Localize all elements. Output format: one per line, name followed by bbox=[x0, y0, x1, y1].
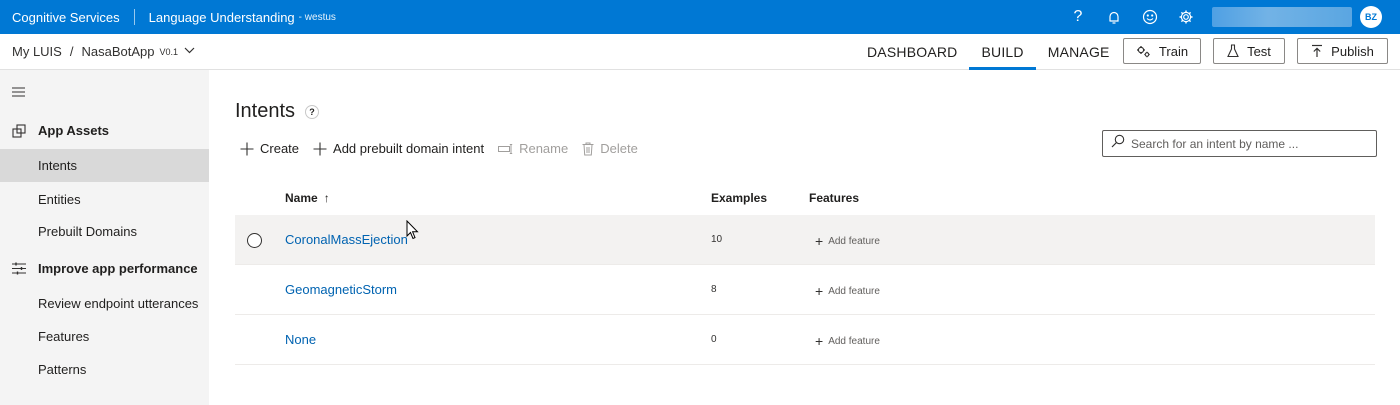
plus-icon bbox=[240, 142, 254, 156]
sidebar-group-improve[interactable]: Improve app performance bbox=[12, 261, 198, 276]
test-label: Test bbox=[1247, 43, 1271, 59]
sort-ascending-icon: ↑ bbox=[323, 191, 330, 205]
breadcrumb-my-luis[interactable]: My LUIS bbox=[12, 44, 62, 59]
sidebar-item-patterns[interactable]: Patterns bbox=[0, 353, 209, 386]
train-label: Train bbox=[1158, 43, 1189, 59]
flask-icon bbox=[1227, 44, 1239, 58]
tab-dashboard[interactable]: DASHBOARD bbox=[855, 34, 969, 70]
help-icon[interactable]: ? bbox=[305, 104, 320, 119]
feedback-smiley-icon[interactable] bbox=[1132, 0, 1168, 34]
create-button[interactable]: Create bbox=[240, 141, 299, 156]
table-header: Name ↑ Examples Features bbox=[235, 182, 1375, 214]
add-feature-button[interactable]: + Add feature bbox=[815, 283, 880, 299]
add-feature-label: Add feature bbox=[828, 235, 880, 247]
table-row[interactable]: None 0 + Add feature bbox=[235, 315, 1375, 365]
add-feature-button[interactable]: + Add feature bbox=[815, 333, 880, 349]
intent-name-link[interactable]: GeomagneticStorm bbox=[285, 282, 397, 297]
table-row[interactable]: GeomagneticStorm 8 + Add feature bbox=[235, 265, 1375, 315]
trash-icon bbox=[582, 142, 594, 156]
rename-icon bbox=[498, 143, 513, 154]
page-title-row: Intents ? bbox=[235, 100, 320, 123]
publish-label: Publish bbox=[1331, 43, 1374, 59]
top-bar-icons: ? BZ bbox=[1060, 0, 1400, 34]
publish-upload-icon bbox=[1311, 44, 1323, 58]
left-sidebar: App Assets Intents Entities Prebuilt Dom… bbox=[0, 70, 209, 405]
sidebar-item-intents[interactable]: Intents bbox=[0, 149, 209, 182]
create-label: Create bbox=[260, 141, 300, 156]
breadcrumb: My LUIS / NasaBotApp V0.1 bbox=[12, 44, 195, 59]
sliders-icon bbox=[12, 262, 26, 275]
sidebar-item-label: Prebuilt Domains bbox=[38, 224, 137, 239]
tab-build[interactable]: BUILD bbox=[969, 34, 1036, 70]
product-name[interactable]: Language Understanding bbox=[149, 10, 295, 25]
search-icon bbox=[1111, 134, 1125, 153]
sidebar-group-label: App Assets bbox=[38, 123, 110, 138]
page-title: Intents bbox=[235, 100, 296, 122]
breadcrumb-app-name[interactable]: NasaBotApp bbox=[81, 44, 154, 59]
add-feature-label: Add feature bbox=[828, 285, 880, 297]
examples-count: 0 bbox=[711, 334, 717, 345]
account-name-blurred bbox=[1212, 7, 1352, 27]
intent-name-link[interactable]: None bbox=[285, 332, 316, 347]
top-bar: Cognitive Services Language Understandin… bbox=[0, 0, 1400, 34]
brand-divider bbox=[133, 9, 135, 25]
help-icon[interactable]: ? bbox=[1060, 0, 1096, 34]
settings-gear-icon[interactable] bbox=[1168, 0, 1204, 34]
examples-count: 8 bbox=[711, 284, 717, 295]
sidebar-group-label: Improve app performance bbox=[38, 261, 198, 276]
sidebar-item-prebuilt-domains[interactable]: Prebuilt Domains bbox=[0, 215, 209, 248]
add-prebuilt-domain-intent-button[interactable]: Add prebuilt domain intent bbox=[313, 141, 484, 156]
gears-icon bbox=[1136, 45, 1151, 58]
examples-count: 10 bbox=[711, 234, 723, 245]
plus-icon: + bbox=[815, 233, 824, 249]
train-button[interactable]: Train bbox=[1123, 38, 1201, 64]
delete-button[interactable]: Delete bbox=[582, 141, 638, 156]
tab-manage[interactable]: MANAGE bbox=[1036, 34, 1122, 70]
mouse-cursor-icon bbox=[406, 219, 419, 245]
publish-button[interactable]: Publish bbox=[1297, 38, 1388, 64]
chevron-down-icon[interactable] bbox=[184, 46, 195, 57]
sidebar-item-label: Review endpoint utterances bbox=[38, 296, 199, 311]
column-header-examples[interactable]: Examples bbox=[711, 191, 767, 205]
app-header-bar: My LUIS / NasaBotApp V0.1 DASHBOARD BUIL… bbox=[0, 34, 1400, 70]
column-header-name[interactable]: Name ↑ bbox=[285, 191, 330, 205]
sidebar-item-label: Features bbox=[38, 329, 90, 344]
plus-icon: + bbox=[815, 333, 824, 349]
intent-search-box[interactable] bbox=[1102, 130, 1377, 157]
sidebar-item-review-endpoint-utterances[interactable]: Review endpoint utterances bbox=[0, 287, 209, 320]
add-feature-button[interactable]: + Add feature bbox=[815, 233, 880, 249]
app-version-label: V0.1 bbox=[159, 46, 178, 57]
command-bar: Create Add prebuilt domain intent Rename… bbox=[240, 141, 652, 156]
sidebar-item-label: Entities bbox=[38, 192, 81, 207]
search-input[interactable] bbox=[1131, 136, 1371, 151]
notification-icon[interactable] bbox=[1096, 0, 1132, 34]
breadcrumb-separator: / bbox=[69, 44, 74, 59]
add-feature-label: Add feature bbox=[828, 335, 880, 347]
rename-label: Rename bbox=[519, 141, 569, 156]
sidebar-item-entities[interactable]: Entities bbox=[0, 183, 209, 216]
rename-button[interactable]: Rename bbox=[498, 141, 568, 156]
app-assets-icon bbox=[12, 123, 26, 138]
row-select-radio[interactable] bbox=[247, 233, 262, 248]
region-label: - westus bbox=[298, 11, 336, 23]
avatar[interactable]: BZ bbox=[1360, 6, 1382, 28]
sidebar-item-label: Patterns bbox=[38, 362, 87, 377]
brand-link[interactable]: Cognitive Services bbox=[12, 10, 120, 25]
column-header-features[interactable]: Features bbox=[809, 191, 859, 205]
test-button[interactable]: Test bbox=[1213, 38, 1285, 64]
main-nav-tabs: DASHBOARD BUILD MANAGE bbox=[855, 34, 1122, 70]
hamburger-menu-icon[interactable] bbox=[12, 84, 25, 102]
intent-name-link[interactable]: CoronalMassEjection bbox=[285, 232, 408, 247]
plus-icon bbox=[313, 142, 327, 156]
delete-label: Delete bbox=[600, 141, 638, 156]
column-header-name-label: Name bbox=[285, 191, 318, 205]
plus-icon: + bbox=[815, 283, 824, 299]
sidebar-item-features[interactable]: Features bbox=[0, 320, 209, 353]
app-actions: Train Test Publish bbox=[1111, 38, 1388, 64]
add-prebuilt-label: Add prebuilt domain intent bbox=[333, 141, 485, 156]
sidebar-item-label: Intents bbox=[38, 158, 78, 173]
sidebar-group-app-assets[interactable]: App Assets bbox=[12, 123, 109, 138]
